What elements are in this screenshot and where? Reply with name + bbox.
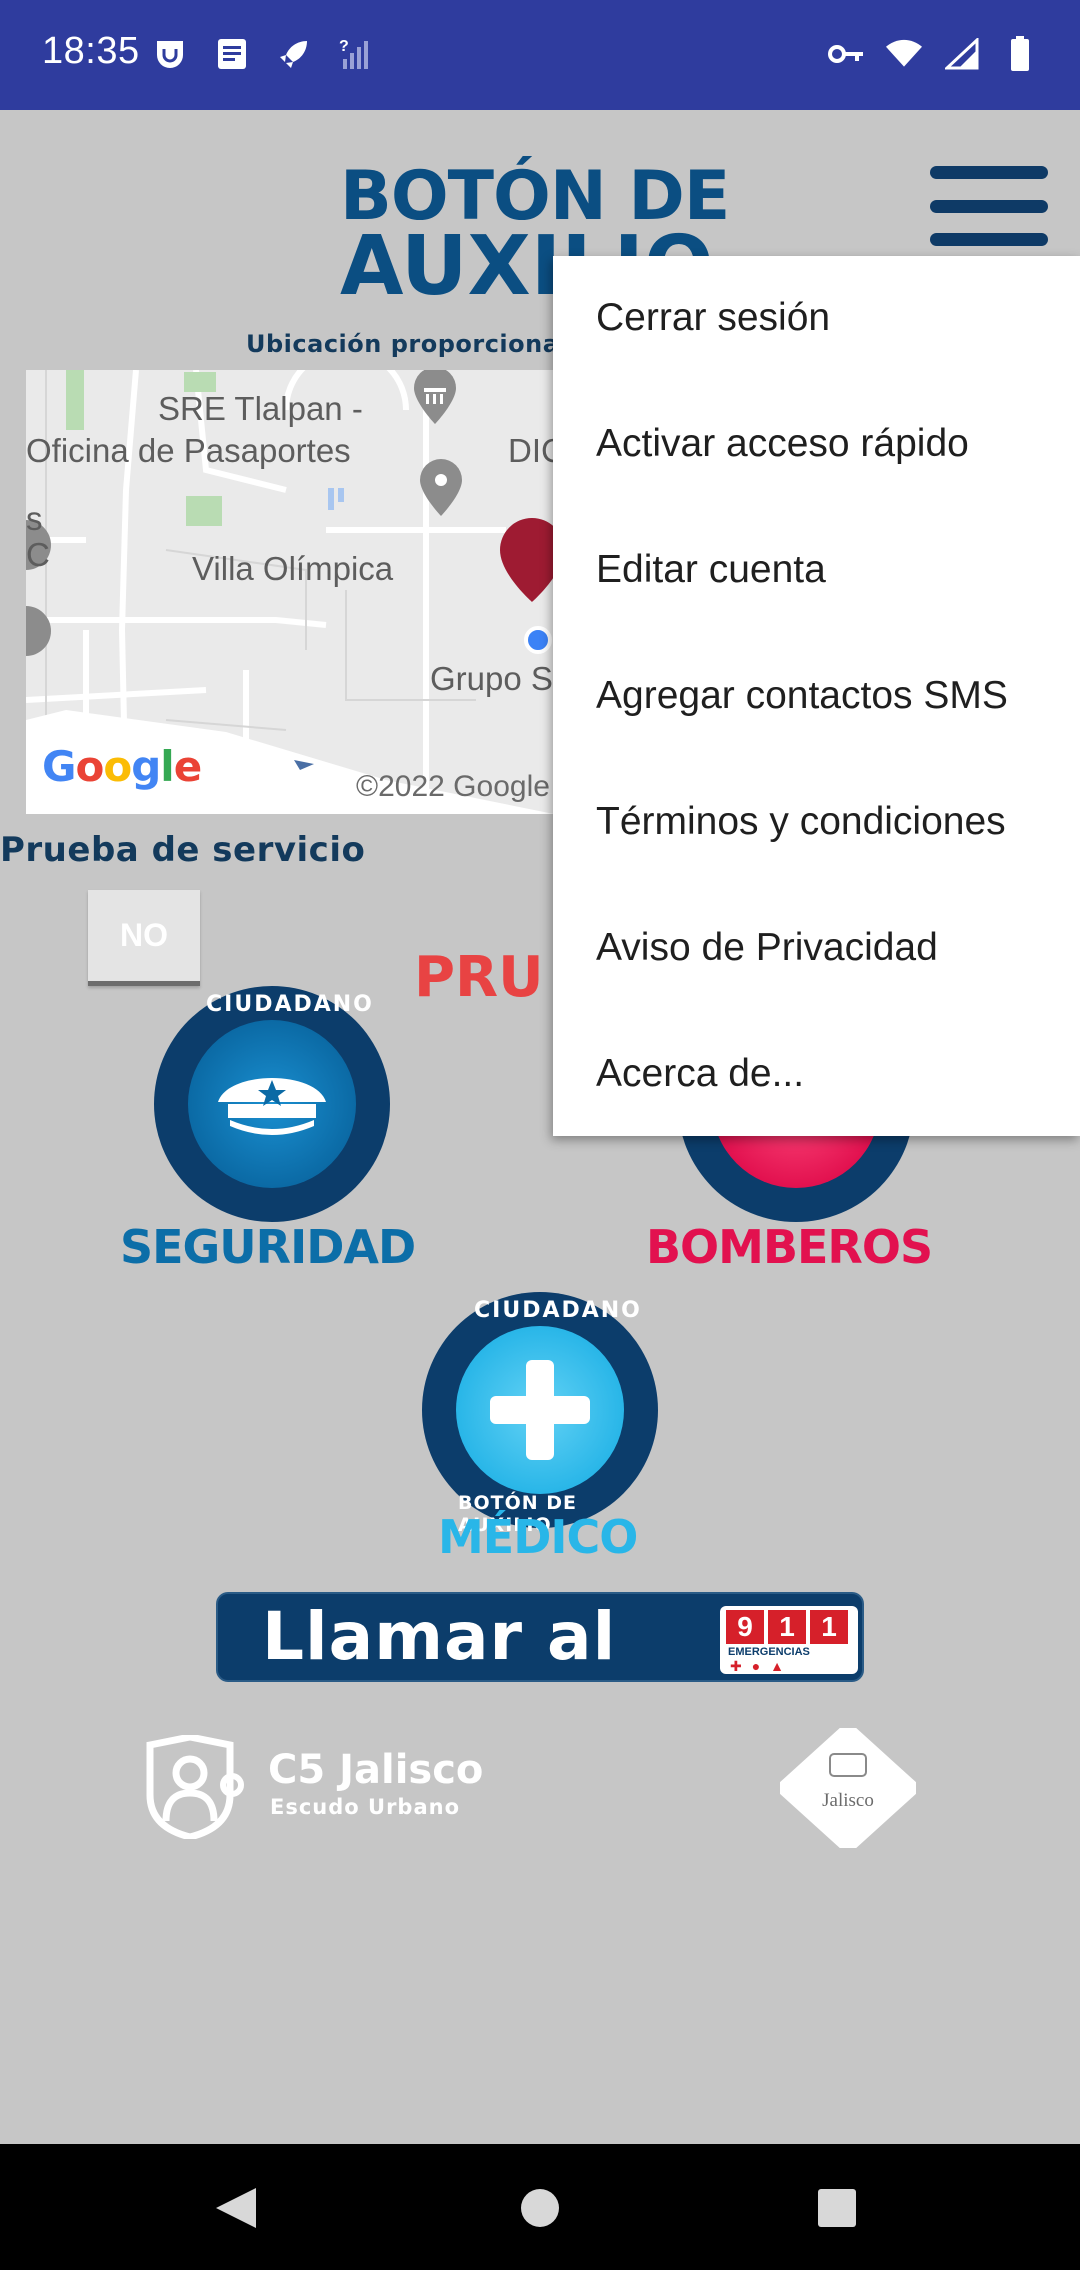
test-service-label: Prueba de servicio: [0, 830, 366, 870]
rocket-icon: [276, 34, 312, 74]
overflow-menu: Cerrar sesión Activar acceso rápido Edit…: [553, 256, 1080, 1136]
recents-button[interactable]: [798, 2168, 878, 2248]
menu-item-add-sms-contacts[interactable]: Agregar contactos SMS: [596, 674, 1008, 718]
firefighters-label[interactable]: BOMBEROS: [646, 1220, 933, 1274]
hamburger-menu-icon[interactable]: [930, 166, 1048, 246]
emergency-911-logo: 9 1 1 EMERGENCIAS ✚●▲: [720, 1606, 858, 1674]
test-mode-banner: PRU: [414, 945, 544, 1010]
menu-item-quick-access[interactable]: Activar acceso rápido: [596, 422, 969, 466]
emergency-sub: EMERGENCIAS: [728, 1646, 810, 1658]
menu-item-edit-account[interactable]: Editar cuenta: [596, 548, 826, 592]
location-caption: Ubicación proporciona: [246, 330, 560, 358]
call-label: Llamar al: [262, 1598, 617, 1675]
cell-signal-icon: [944, 34, 980, 74]
home-button[interactable]: [500, 2168, 580, 2248]
police-cap-icon: [188, 1020, 356, 1188]
map-label: DIC: [508, 432, 554, 469]
back-button[interactable]: [196, 2168, 276, 2248]
medical-button[interactable]: CIUDADANO BOTÓN DE AUXILIO: [422, 1292, 658, 1536]
status-bar: 18:35 ?: [0, 0, 1080, 110]
map-label: C: [26, 536, 50, 573]
map-label: Villa Olímpica: [192, 550, 394, 587]
badge-ring-text: CIUDADANO: [474, 1298, 642, 1323]
digit: 9: [726, 1610, 764, 1644]
map-label: s: [26, 500, 43, 537]
c5-subtitle: Escudo Urbano: [270, 1795, 461, 1819]
menu-item-privacy[interactable]: Aviso de Privacidad: [596, 926, 938, 970]
navigation-bar: [0, 2144, 1080, 2270]
menu-item-logout[interactable]: Cerrar sesión: [596, 296, 830, 340]
menu-item-terms[interactable]: Términos y condiciones: [596, 800, 1006, 844]
menu-item-about[interactable]: Acerca de...: [596, 1052, 804, 1096]
vpn-key-icon: [828, 34, 864, 74]
call-911-button[interactable]: Llamar al 9 1 1 EMERGENCIAS ✚●▲: [216, 1592, 864, 1682]
digit: 1: [810, 1610, 848, 1644]
map-label: SRE Tlalpan -: [158, 390, 363, 427]
map-view[interactable]: SRE Tlalpan - Oficina de Pasaportes DIC …: [26, 370, 554, 814]
jalisco-text: Jalisco: [822, 1790, 874, 1811]
badge-ring-text: CIUDADANO: [206, 992, 374, 1017]
wifi-icon: [886, 34, 922, 74]
battery-icon: [1002, 34, 1038, 74]
drive-icon: [152, 34, 188, 74]
security-label[interactable]: SEGURIDAD: [120, 1220, 416, 1274]
map-label: Grupo S: [430, 660, 553, 697]
map-label: Oficina de Pasaportes: [26, 432, 351, 469]
emergency-icons: ✚●▲: [730, 1658, 795, 1674]
document-icon: [214, 34, 250, 74]
jalisco-government-logo: Jalisco: [777, 1723, 919, 1853]
c5-title: C5 Jalisco: [268, 1747, 484, 1793]
digit: 1: [768, 1610, 806, 1644]
svg-text:?: ?: [339, 38, 349, 55]
map-copyright: ©2022 Google: [356, 770, 550, 803]
c5-jalisco-logo: C5 Jalisco Escudo Urbano: [144, 1733, 524, 1845]
google-logo: Google: [42, 742, 202, 791]
security-button[interactable]: CIUDADANO: [154, 986, 390, 1222]
status-time: 18:35: [42, 30, 140, 72]
medical-cross-icon: [456, 1326, 624, 1494]
medical-label[interactable]: MÉDICO: [438, 1510, 638, 1564]
signal-question-icon: ?: [338, 34, 374, 74]
test-service-toggle[interactable]: NO: [88, 890, 200, 986]
